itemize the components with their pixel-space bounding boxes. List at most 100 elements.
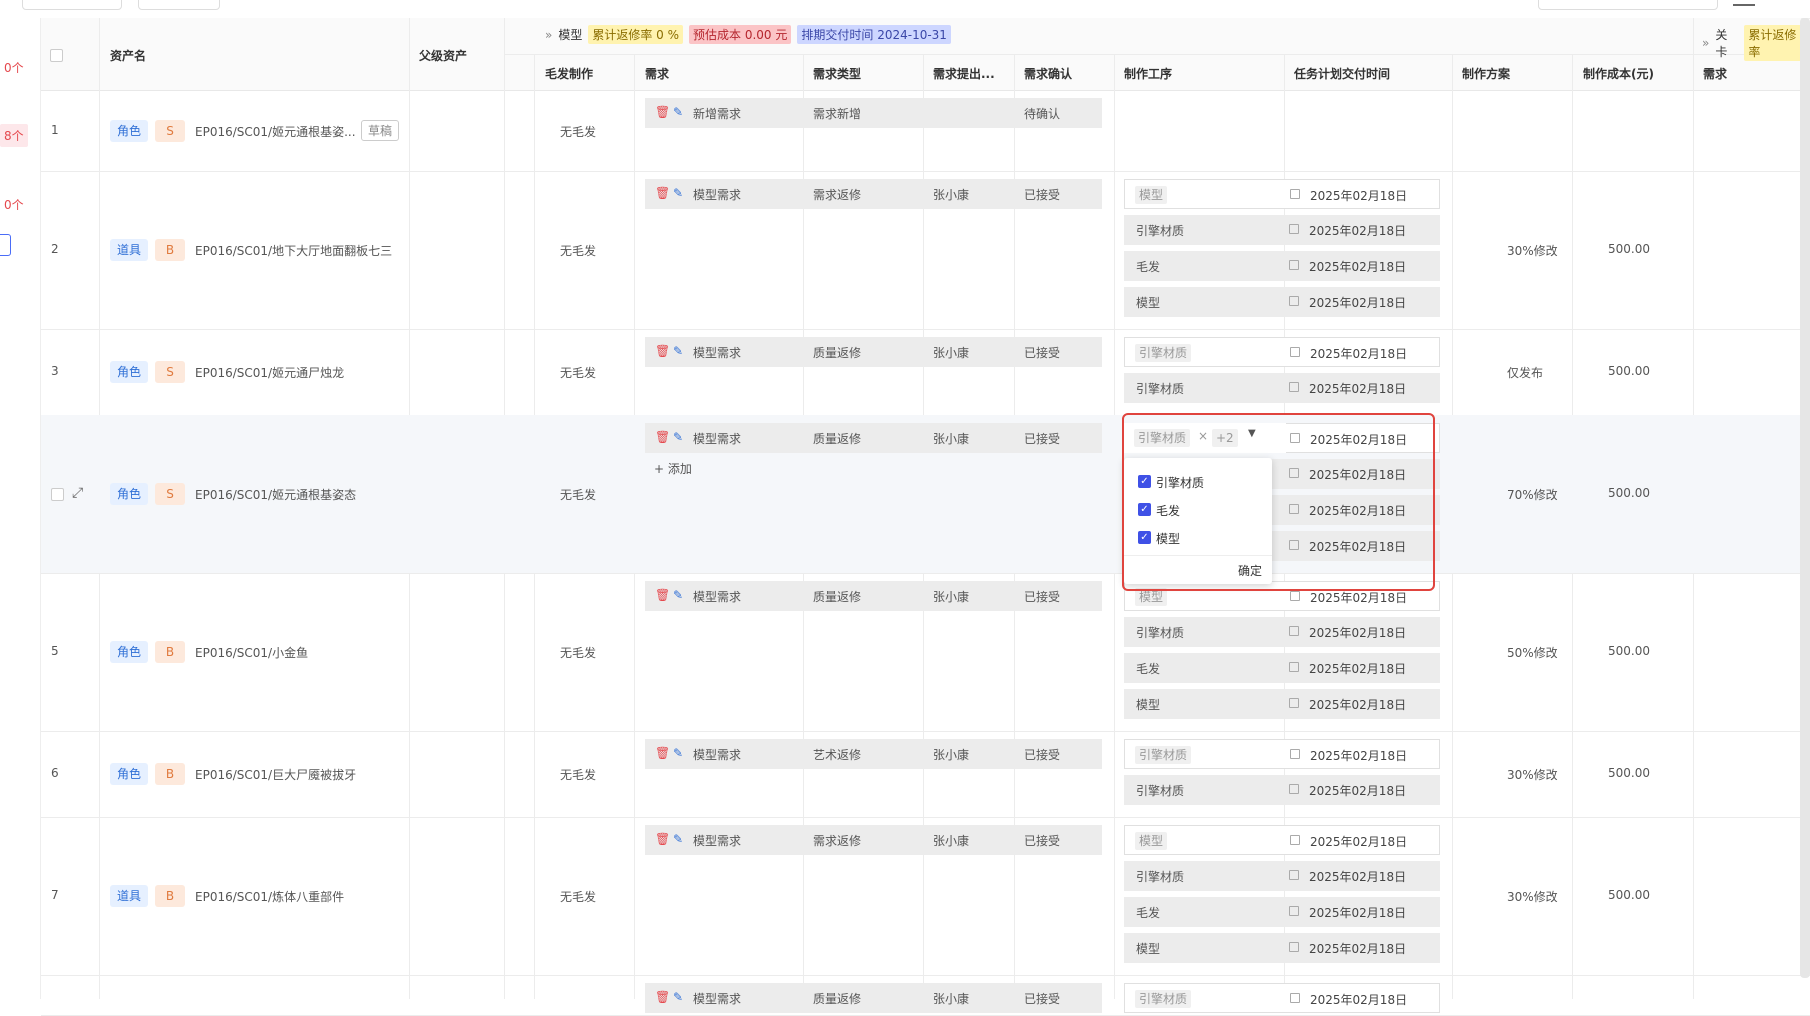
col-requirement-2[interactable]: 需求 (1703, 65, 1727, 82)
asset-name[interactable]: EP016/SC01/地下大厅地面翻板七三 (195, 242, 392, 259)
delivery-date[interactable]: 2025年02月18日 (1310, 345, 1407, 362)
count-label[interactable]: 0个 (4, 196, 24, 213)
edit-icon[interactable]: ✎ (673, 106, 684, 118)
calendar-icon[interactable] (1289, 626, 1299, 636)
calendar-icon[interactable] (1290, 591, 1300, 601)
delete-icon[interactable]: 🗑 (655, 187, 670, 199)
requirement-item[interactable]: 🗑 ✎ 模型需求 质量返修 张小康 已接受 (645, 423, 1102, 453)
calendar-icon[interactable] (1289, 906, 1299, 916)
delivery-date[interactable]: 2025年02月18日 (1309, 940, 1406, 957)
table-row[interactable]: 2 道具 B EP016/SC01/地下大厅地面翻板七三 无毛发 🗑 ✎ 模型需求 需求返修 张小… (41, 171, 1810, 330)
asset-name[interactable]: EP016/SC01/炼体八重部件 (195, 888, 344, 905)
requirement-item[interactable]: 🗑 ✎ 模型需求 需求返修 张小康 已接受 (645, 179, 1102, 209)
collapse-handle[interactable] (0, 234, 11, 256)
edit-icon[interactable]: ✎ (673, 833, 684, 845)
calendar-icon[interactable] (1289, 296, 1299, 306)
delivery-date[interactable]: 2025年02月18日 (1309, 660, 1406, 677)
process-item[interactable]: 模型 2025年02月18日 (1124, 825, 1440, 855)
process-item[interactable]: 引擎材质 2025年02月18日 (1124, 775, 1440, 805)
delivery-date[interactable]: 2025年02月18日 (1310, 747, 1407, 764)
col-delivery-time[interactable]: 任务计划交付时间 (1294, 65, 1390, 82)
col-hair[interactable]: 毛发制作 (545, 65, 593, 82)
process-item[interactable]: 引擎材质 2025年02月18日 (1124, 739, 1440, 769)
delivery-date[interactable]: 2025年02月18日 (1309, 380, 1406, 397)
delivery-date[interactable]: 2025年02月18日 (1309, 782, 1406, 799)
process-item[interactable]: 模型 2025年02月18日 (1124, 689, 1440, 719)
requirement-item[interactable]: 🗑 ✎ 模型需求 质量返修 张小康 已接受 (645, 581, 1102, 611)
calendar-icon[interactable] (1290, 749, 1300, 759)
process-item[interactable]: 引擎材质 2025年02月18日 (1124, 215, 1440, 245)
edit-icon[interactable]: ✎ (673, 589, 684, 601)
process-name[interactable]: 模型 (1135, 832, 1168, 850)
process-item[interactable]: 毛发 2025年02月18日 (1124, 653, 1440, 683)
delete-icon[interactable]: 🗑 (655, 106, 670, 118)
delivery-date[interactable]: 2025年02月18日 (1309, 624, 1406, 641)
edit-icon[interactable]: ✎ (673, 991, 684, 1003)
menu-icon[interactable] (1733, 0, 1755, 6)
delete-icon[interactable]: 🗑 (655, 991, 670, 1003)
col-req-confirm[interactable]: 需求确认 (1024, 65, 1072, 82)
calendar-icon[interactable] (1289, 382, 1299, 392)
process-name[interactable]: 模型 (1135, 186, 1168, 204)
calendar-icon[interactable] (1289, 784, 1299, 794)
group-level-header[interactable]: » 关卡 累计返修率 (1702, 25, 1810, 61)
calendar-icon[interactable] (1290, 347, 1300, 357)
delivery-date[interactable]: 2025年02月18日 (1310, 187, 1407, 204)
process-item[interactable]: 模型 2025年02月18日 (1124, 179, 1440, 209)
delivery-date[interactable]: 2025年02月18日 (1309, 222, 1406, 239)
process-item[interactable]: 引擎材质 2025年02月18日 (1124, 337, 1440, 367)
delete-icon[interactable]: 🗑 (655, 833, 670, 845)
vertical-scrollbar[interactable] (1800, 18, 1810, 978)
col-process[interactable]: 制作工序 (1124, 65, 1172, 82)
delivery-date[interactable]: 2025年02月18日 (1309, 904, 1406, 921)
edit-icon[interactable]: ✎ (673, 431, 684, 443)
asset-name[interactable]: EP016/SC01/巨大尸魇被拔牙 (195, 766, 356, 783)
calendar-icon[interactable] (1289, 224, 1299, 234)
delete-icon[interactable]: 🗑 (655, 345, 670, 357)
table-row[interactable]: 🗑 ✎ 模型需求 质量返修 张小康 已接受 引擎材质 2025年02月18日 (41, 975, 1810, 1016)
process-item[interactable]: 模型 2025年02月18日 (1124, 287, 1440, 317)
calendar-icon[interactable] (1290, 993, 1300, 1003)
filter-select[interactable] (22, 0, 122, 10)
delivery-date[interactable]: 2025年02月18日 (1309, 868, 1406, 885)
col-parent-asset[interactable]: 父级资产 (419, 47, 467, 64)
table-row[interactable]: 1 角色 S EP016/SC01/姬元通根基姿... 草稿 无毛发 🗑 ✎ 新增需求 需求新增 待… (41, 90, 1810, 172)
add-requirement-button[interactable]: + 添加 (654, 460, 692, 477)
process-name[interactable]: 引擎材质 (1135, 344, 1192, 362)
process-item[interactable]: 毛发 2025年02月18日 (1124, 251, 1440, 281)
calendar-icon[interactable] (1289, 698, 1299, 708)
process-item[interactable]: 模型 2025年02月18日 (1124, 933, 1440, 963)
col-asset-name[interactable]: 资产名 (110, 47, 146, 64)
process-name[interactable]: 引擎材质 (1135, 990, 1192, 1008)
calendar-icon[interactable] (1289, 260, 1299, 270)
col-req-proposer[interactable]: 需求提出... (933, 65, 995, 82)
count-label-selected[interactable]: 8个 (0, 124, 28, 147)
expand-icon[interactable]: ⤢ (72, 485, 83, 501)
filter-select-2[interactable] (138, 0, 220, 10)
process-name[interactable]: 引擎材质 (1135, 746, 1192, 764)
delete-icon[interactable]: 🗑 (655, 589, 670, 601)
row-checkbox[interactable] (51, 488, 64, 501)
calendar-icon[interactable] (1289, 942, 1299, 952)
table-row[interactable]: ⤢ 角色 S EP016/SC01/姬元通根基姿态 无毛发 🗑 ✎ 模型需求 质量返修 张小康 已接… (41, 415, 1810, 574)
asset-name[interactable]: EP016/SC01/姬元通尸烛龙 (195, 364, 344, 381)
delivery-date[interactable]: 2025年02月18日 (1309, 294, 1406, 311)
col-req-type[interactable]: 需求类型 (813, 65, 861, 82)
calendar-icon[interactable] (1289, 662, 1299, 672)
requirement-item[interactable]: 🗑 ✎ 新增需求 需求新增 待确认 (645, 98, 1102, 128)
delivery-date[interactable]: 2025年02月18日 (1310, 589, 1407, 606)
delete-icon[interactable]: 🗑 (655, 431, 670, 443)
requirement-item[interactable]: 🗑 ✎ 模型需求 质量返修 张小康 已接受 (645, 983, 1102, 1013)
process-item[interactable]: 引擎材质 2025年02月18日 (1124, 983, 1440, 1013)
edit-icon[interactable]: ✎ (673, 747, 684, 759)
table-row[interactable]: 7 道具 B EP016/SC01/炼体八重部件 无毛发 🗑 ✎ 模型需求 需求返修 张小康 已接受… (41, 817, 1810, 976)
delete-icon[interactable]: 🗑 (655, 747, 670, 759)
col-plan[interactable]: 制作方案 (1462, 65, 1510, 82)
requirement-item[interactable]: 🗑 ✎ 模型需求 质量返修 张小康 已接受 (645, 337, 1102, 367)
search-input[interactable] (1538, 0, 1718, 10)
asset-name[interactable]: EP016/SC01/小金鱼 (195, 644, 308, 661)
process-item[interactable]: 引擎材质 2025年02月18日 (1124, 861, 1440, 891)
edit-icon[interactable]: ✎ (673, 345, 684, 357)
delivery-date[interactable]: 2025年02月18日 (1309, 258, 1406, 275)
delivery-date[interactable]: 2025年02月18日 (1309, 696, 1406, 713)
